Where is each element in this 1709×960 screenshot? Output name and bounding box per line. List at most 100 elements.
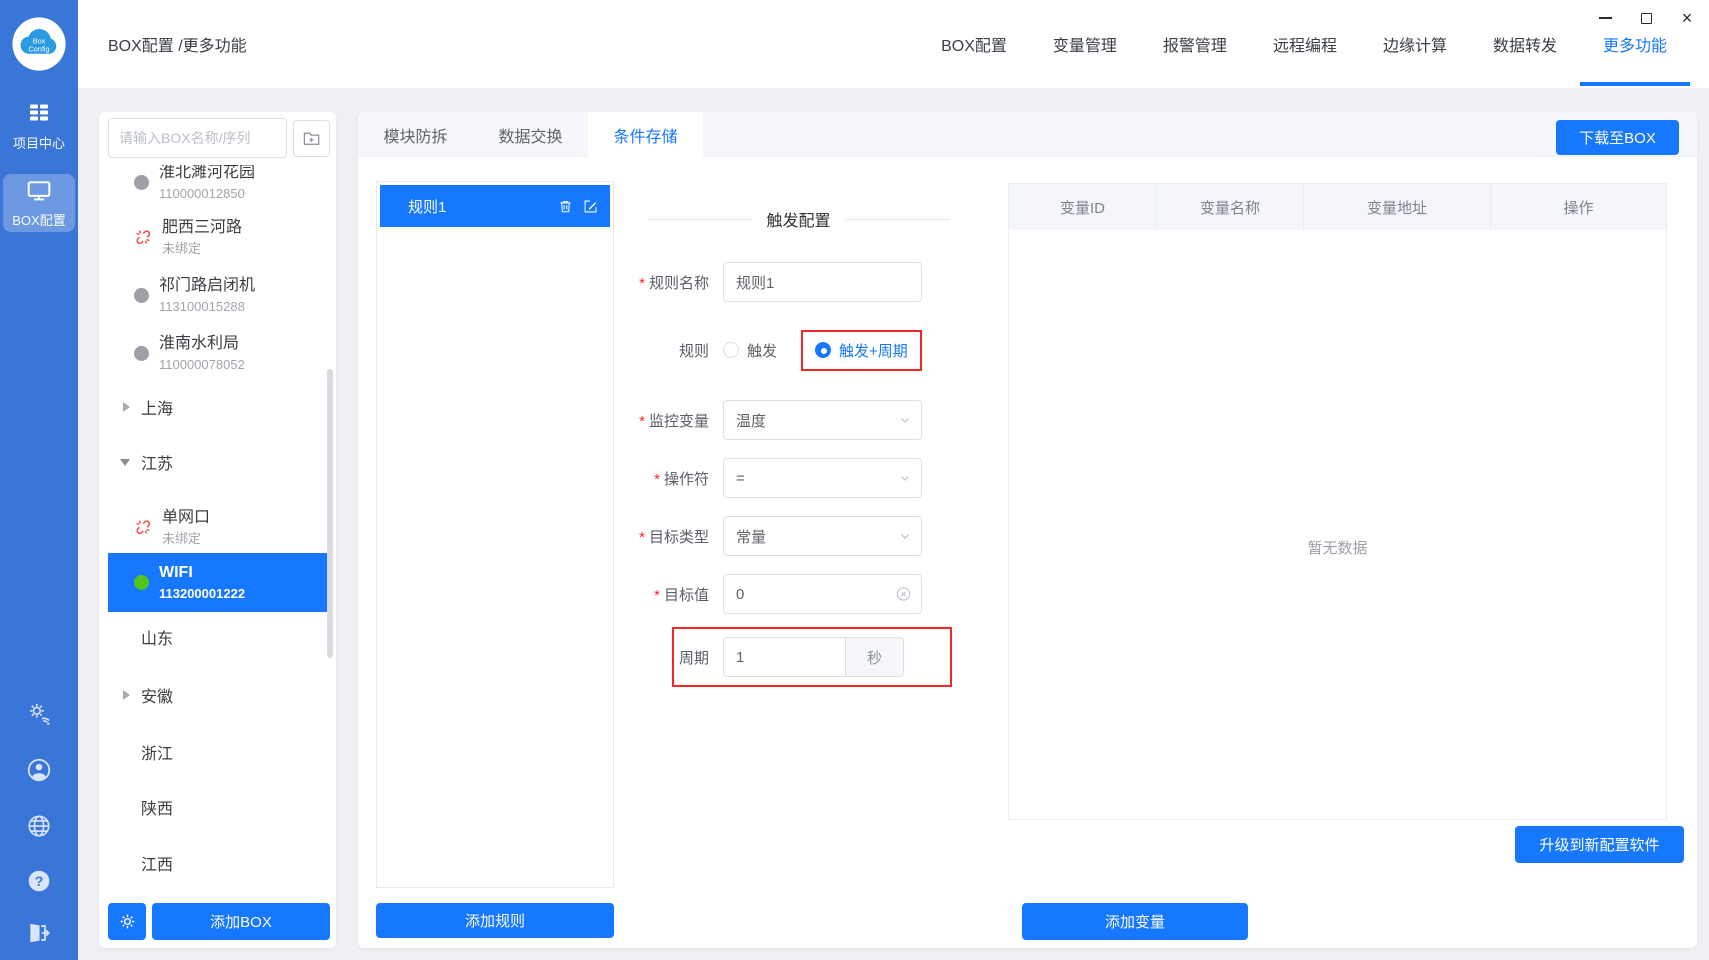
radio-trigger[interactable] bbox=[723, 342, 739, 358]
target-type-row: 目标类型 常量 bbox=[588, 516, 922, 556]
period-field: 秒 bbox=[723, 637, 904, 677]
tree-device[interactable]: 祁门路启闭机 113100015288 bbox=[99, 268, 336, 322]
sidebar-item-label: BOX配置 bbox=[3, 210, 75, 229]
clear-icon[interactable] bbox=[896, 587, 911, 602]
add-rule-button[interactable]: 添加规则 bbox=[376, 903, 614, 938]
rule-type-label: 规则 bbox=[588, 340, 723, 361]
broken-link-icon bbox=[134, 228, 152, 246]
monitor-variable-select[interactable]: 温度 bbox=[723, 400, 922, 440]
globe-icon[interactable] bbox=[26, 813, 52, 839]
download-to-box-button[interactable]: 下载至BOX bbox=[1556, 120, 1679, 155]
monitor-variable-row: 监控变量 温度 bbox=[588, 400, 922, 440]
column-variable-name: 变量名称 bbox=[1157, 184, 1304, 230]
search-input[interactable] bbox=[108, 118, 287, 158]
rule-name-label: 规则名称 bbox=[588, 272, 723, 293]
operator-select[interactable]: = bbox=[723, 458, 922, 498]
device-panel: 淮北濉河花园 110000012850 肥西三河路 未绑定 祁门路启闭机 bbox=[99, 112, 336, 948]
operator-label: 操作符 bbox=[588, 468, 723, 489]
app-logo: Box Config bbox=[11, 16, 67, 72]
rule-list-item[interactable]: 规则1 bbox=[380, 185, 610, 227]
radio-trigger-label[interactable]: 触发 bbox=[747, 340, 777, 361]
tree-group-jiangsu[interactable]: 江苏 bbox=[99, 450, 336, 474]
gear-icon bbox=[118, 912, 137, 931]
empty-state-text: 暂无数据 bbox=[1009, 537, 1666, 558]
device-tree: 淮北濉河花园 110000012850 肥西三河路 未绑定 祁门路启闭机 bbox=[99, 165, 336, 896]
nav-item-edge-computing[interactable]: 边缘计算 bbox=[1360, 0, 1470, 88]
minimize-icon[interactable] bbox=[1593, 6, 1617, 30]
app-window: Box Config 项目中心 BOX配置 bbox=[0, 0, 1709, 960]
tab-conditional-storage[interactable]: 条件存储 bbox=[588, 112, 703, 157]
close-icon[interactable]: × bbox=[1675, 6, 1699, 30]
nav-item-box-config[interactable]: BOX配置 bbox=[918, 0, 1030, 88]
column-variable-address: 变量地址 bbox=[1304, 184, 1491, 230]
radio-trigger-period-label[interactable]: 触发+周期 bbox=[839, 340, 908, 361]
edit-icon[interactable] bbox=[583, 199, 598, 214]
tree-scrollbar[interactable] bbox=[327, 369, 333, 658]
tree-group-shaanxi[interactable]: 陕西 bbox=[99, 795, 336, 819]
rule-name-input[interactable] bbox=[736, 274, 909, 291]
monitor-icon bbox=[26, 178, 52, 204]
chevron-down-icon bbox=[899, 472, 911, 484]
maximize-icon[interactable] bbox=[1634, 6, 1658, 30]
target-type-select[interactable]: 常量 bbox=[723, 516, 922, 556]
breadcrumb: BOX配置 /更多功能 bbox=[108, 0, 247, 88]
tree-device[interactable]: 单网口 未绑定 bbox=[99, 500, 336, 554]
nav-item-variable-mgmt[interactable]: 变量管理 bbox=[1030, 0, 1140, 88]
table-header: 变量ID 变量名称 变量地址 操作 bbox=[1009, 184, 1666, 230]
upgrade-software-button[interactable]: 升级到新配置软件 bbox=[1515, 826, 1684, 863]
tree-device[interactable]: 肥西三河路 未绑定 bbox=[99, 210, 336, 264]
target-value-row: 目标值 bbox=[588, 574, 922, 614]
main-panel: 模块防拆 数据交换 条件存储 下载至BOX 规则1 添加规则 bbox=[358, 112, 1697, 948]
grid-icon bbox=[27, 100, 51, 124]
rule-item-label: 规则1 bbox=[408, 196, 446, 217]
exit-icon[interactable] bbox=[26, 920, 52, 946]
tab-module-tamper[interactable]: 模块防拆 bbox=[358, 112, 473, 157]
nav-item-remote-programming[interactable]: 远程编程 bbox=[1250, 0, 1360, 88]
sidebar-item-box-config[interactable]: BOX配置 bbox=[3, 174, 75, 232]
add-folder-button[interactable] bbox=[293, 120, 330, 157]
tree-group-shanghai[interactable]: 上海 bbox=[99, 395, 336, 419]
tab-bar: 模块防拆 数据交换 条件存储 bbox=[358, 112, 1697, 157]
offline-dot-icon bbox=[134, 288, 149, 303]
window-controls: × bbox=[1593, 6, 1699, 30]
broken-link-icon bbox=[134, 518, 152, 536]
tree-group-jiangxi[interactable]: 江西 bbox=[99, 851, 336, 875]
cloud-logo-icon: Box Config bbox=[11, 16, 67, 72]
delete-icon[interactable] bbox=[558, 199, 573, 214]
tree-group-anhui[interactable]: 安徽 bbox=[99, 683, 336, 707]
help-icon[interactable]: ? bbox=[26, 868, 52, 894]
tree-device[interactable]: 淮南水利局 110000078052 bbox=[99, 326, 336, 380]
chevron-down-icon bbox=[120, 459, 130, 466]
sidebar-item-label: 项目中心 bbox=[0, 133, 78, 152]
folder-plus-icon bbox=[302, 129, 321, 148]
tree-group-zhejiang[interactable]: 浙江 bbox=[99, 740, 336, 764]
tab-data-exchange[interactable]: 数据交换 bbox=[473, 112, 588, 157]
tree-group-shandong[interactable]: 山东 bbox=[99, 625, 336, 649]
svg-text:?: ? bbox=[35, 873, 44, 889]
column-actions: 操作 bbox=[1491, 184, 1666, 230]
sidebar-item-project-center[interactable]: 项目中心 bbox=[0, 100, 78, 152]
nav-item-data-forwarding[interactable]: 数据转发 bbox=[1470, 0, 1580, 88]
rule-name-row: 规则名称 bbox=[588, 262, 922, 302]
period-input[interactable] bbox=[724, 638, 845, 676]
section-title: 触发配置 bbox=[767, 207, 831, 231]
user-icon[interactable] bbox=[26, 757, 52, 783]
target-value-input[interactable] bbox=[736, 586, 909, 603]
svg-text:Config: Config bbox=[28, 45, 49, 54]
top-nav: BOX配置 变量管理 报警管理 远程编程 边缘计算 数据转发 更多功能 bbox=[918, 0, 1690, 88]
settings-wifi-icon[interactable] bbox=[26, 700, 52, 726]
period-unit: 秒 bbox=[845, 638, 903, 676]
nav-item-alarm-mgmt[interactable]: 报警管理 bbox=[1140, 0, 1250, 88]
add-variable-button[interactable]: 添加变量 bbox=[1022, 903, 1248, 940]
rule-type-row: 规则 触发 触发+周期 bbox=[588, 330, 922, 370]
tree-device[interactable]: 淮北濉河花园 110000012850 bbox=[99, 165, 336, 209]
chevron-down-icon bbox=[899, 414, 911, 426]
operator-row: 操作符 = bbox=[588, 458, 922, 498]
tree-device-selected[interactable]: WIFI 113200001222 bbox=[108, 553, 330, 612]
radio-trigger-period[interactable] bbox=[815, 342, 831, 358]
sidebar: Box Config 项目中心 BOX配置 bbox=[0, 0, 78, 960]
target-value-field bbox=[723, 574, 922, 614]
add-box-button[interactable]: 添加BOX bbox=[152, 903, 330, 940]
tree-settings-button[interactable] bbox=[108, 903, 146, 940]
period-label: 周期 bbox=[588, 647, 723, 668]
